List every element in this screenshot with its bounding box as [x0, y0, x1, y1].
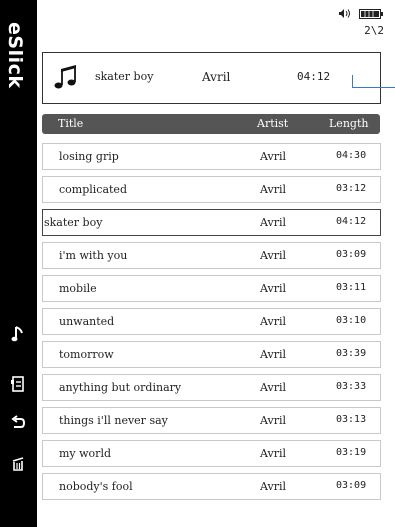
track-length: 03:33: [336, 381, 367, 392]
table-row[interactable]: things i'll never say Avril 03:13: [42, 407, 381, 434]
track-length: 03:19: [336, 447, 367, 458]
table-row[interactable]: losing grip Avril 04:30: [42, 143, 381, 170]
brand-logo: eSlick: [4, 22, 26, 89]
now-playing-panel[interactable]: skater boy Avril 04:12: [42, 52, 381, 104]
table-header: Title Artist Length: [42, 114, 380, 134]
table-row[interactable]: nobody's fool Avril 03:09: [42, 473, 381, 500]
table-row[interactable]: i'm with you Avril 03:09: [42, 242, 381, 269]
bookmark-icon[interactable]: [7, 373, 29, 395]
track-length: 03:12: [336, 183, 367, 194]
table-row[interactable]: anything but ordinary Avril 03:33: [42, 374, 381, 401]
track-artist: Avril: [260, 381, 287, 394]
table-row[interactable]: complicated Avril 03:12: [42, 176, 381, 203]
track-title: mobile: [59, 282, 97, 295]
track-title: i'm with you: [59, 249, 128, 262]
track-title: things i'll never say: [59, 414, 168, 427]
track-length: 04:30: [336, 150, 367, 161]
track-artist: Avril: [260, 348, 287, 361]
table-row[interactable]: my world Avril 03:19: [42, 440, 381, 467]
volume-icon: [339, 9, 350, 18]
track-artist: Avril: [260, 480, 287, 493]
track-artist: Avril: [260, 216, 287, 229]
table-row[interactable]: mobile Avril 03:11: [42, 275, 381, 302]
track-artist: Avril: [260, 150, 287, 163]
track-artist: Avril: [260, 447, 287, 460]
track-length: 03:10: [336, 315, 367, 326]
track-artist: Avril: [260, 414, 287, 427]
track-artist: Avril: [260, 282, 287, 295]
track-length: 04:12: [336, 216, 367, 227]
music-note-icon[interactable]: [7, 323, 29, 345]
music-note-icon: [54, 65, 76, 89]
status-bar: [338, 8, 383, 19]
track-title: skater boy: [44, 216, 103, 229]
track-artist: Avril: [260, 183, 287, 196]
track-title: losing grip: [59, 150, 119, 163]
column-header-artist[interactable]: Artist: [257, 117, 288, 130]
now-playing-artist: Avril: [202, 70, 231, 84]
page-indicator: 2\2: [364, 24, 384, 37]
track-title: complicated: [59, 183, 127, 196]
track-length: 03:09: [336, 480, 367, 491]
table-row[interactable]: unwanted Avril 03:10: [42, 308, 381, 335]
back-icon[interactable]: [7, 412, 29, 434]
track-title: unwanted: [59, 315, 115, 328]
track-length: 03:09: [336, 249, 367, 260]
now-playing-title: skater boy: [95, 70, 154, 83]
track-title: tomorrow: [59, 348, 114, 361]
pointer-line: [352, 87, 395, 88]
track-length: 03:13: [336, 414, 367, 425]
track-artist: Avril: [260, 315, 287, 328]
column-header-length[interactable]: Length: [329, 117, 368, 130]
track-artist: Avril: [260, 249, 287, 262]
track-title: nobody's fool: [59, 480, 133, 493]
track-length: 03:11: [336, 282, 367, 293]
sidebar: eSlick: [0, 0, 37, 527]
delete-icon[interactable]: [7, 452, 29, 474]
battery-icon: [359, 8, 383, 19]
table-row-selected[interactable]: skater boy Avril 04:12: [42, 209, 381, 236]
track-title: anything but ordinary: [59, 381, 182, 394]
column-header-title[interactable]: Title: [58, 117, 83, 130]
track-length: 03:39: [336, 348, 367, 359]
track-title: my world: [59, 447, 111, 460]
now-playing-length: 04:12: [297, 70, 331, 83]
table-row[interactable]: tomorrow Avril 03:39: [42, 341, 381, 368]
